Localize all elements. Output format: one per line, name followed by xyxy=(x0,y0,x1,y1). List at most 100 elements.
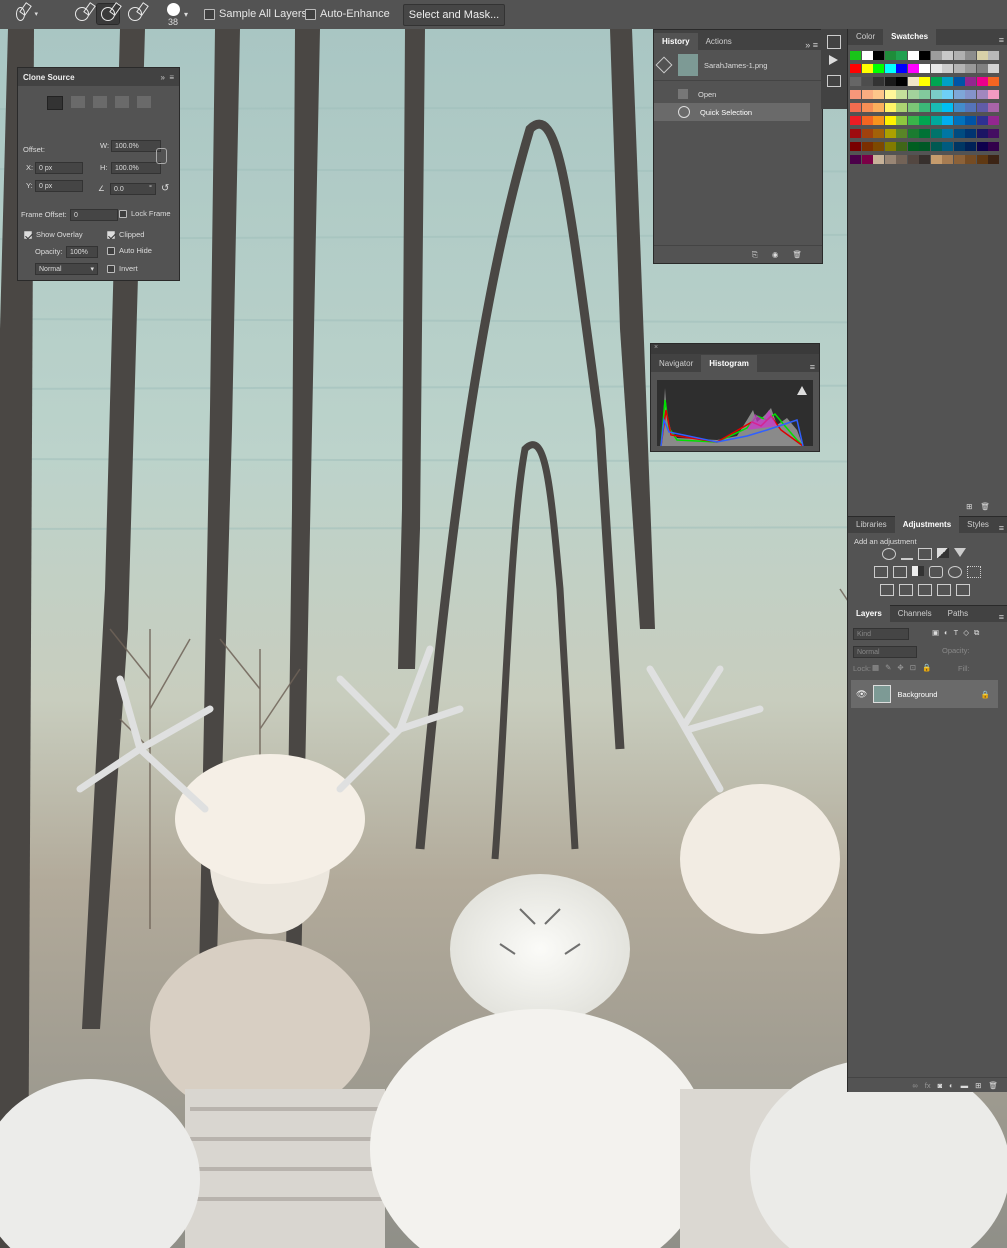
swatch[interactable] xyxy=(942,77,953,86)
exposure-icon[interactable] xyxy=(937,548,949,558)
swatch[interactable] xyxy=(907,103,919,112)
swatch[interactable] xyxy=(873,129,884,138)
shape-filter-icon[interactable]: ◇ xyxy=(963,628,969,638)
new-layer-icon[interactable]: ⊞ xyxy=(975,1081,981,1090)
history-snapshot[interactable]: SarahJames-1.png xyxy=(654,50,822,81)
vibrance-icon[interactable] xyxy=(954,548,966,557)
swatch[interactable] xyxy=(976,129,988,138)
pixel-filter-icon[interactable]: ▣ xyxy=(932,628,939,638)
sample-all-layers-checkbox[interactable]: Sample All Layers xyxy=(204,4,307,24)
swatch[interactable] xyxy=(988,64,999,73)
swatch[interactable] xyxy=(953,116,965,125)
swatch[interactable] xyxy=(884,103,896,112)
swatch[interactable] xyxy=(884,116,896,125)
swatch[interactable] xyxy=(850,142,861,151)
sample-all-layers-box[interactable] xyxy=(204,8,215,20)
panel-menu-icon[interactable]: » ≡ xyxy=(160,73,174,82)
tab-paths[interactable]: Paths xyxy=(940,605,976,622)
swatch[interactable] xyxy=(942,129,953,138)
swatch[interactable] xyxy=(976,64,988,73)
tab-styles[interactable]: Styles xyxy=(959,516,997,533)
swatch[interactable] xyxy=(942,90,953,99)
swatch[interactable] xyxy=(965,116,976,125)
swatch[interactable] xyxy=(861,103,873,112)
new-group-icon[interactable]: ▬ xyxy=(961,1081,969,1090)
clone-source-1-icon[interactable] xyxy=(46,96,63,110)
show-overlay-checkbox[interactable]: Show Overlay xyxy=(24,230,83,239)
y-offset-field[interactable]: 0 px xyxy=(35,180,83,192)
swatch[interactable] xyxy=(953,51,965,60)
swatch[interactable] xyxy=(953,90,965,99)
swatch[interactable] xyxy=(896,116,907,125)
lock-image-icon[interactable]: ✎ xyxy=(885,663,891,672)
swatch[interactable] xyxy=(976,155,988,164)
swatch[interactable] xyxy=(919,103,930,112)
swatch[interactable] xyxy=(953,155,965,164)
new-selection-button[interactable] xyxy=(71,4,93,24)
swatch[interactable] xyxy=(965,77,976,86)
swatch[interactable] xyxy=(965,103,976,112)
swatch[interactable] xyxy=(930,142,942,151)
swatch[interactable] xyxy=(850,51,861,60)
swatch[interactable] xyxy=(861,90,873,99)
swatch[interactable] xyxy=(942,116,953,125)
auto-hide-box[interactable] xyxy=(107,246,115,255)
brightness-contrast-icon[interactable] xyxy=(882,548,896,560)
select-and-mask-button[interactable]: Select and Mask... xyxy=(403,4,505,26)
reset-transform-icon[interactable]: ↺ xyxy=(161,183,169,194)
swatch[interactable] xyxy=(884,155,896,164)
swatch[interactable] xyxy=(953,103,965,112)
swatch[interactable] xyxy=(942,51,953,60)
layer-filter-kind-select[interactable]: Kind xyxy=(853,628,909,640)
tab-adjustments[interactable]: Adjustments xyxy=(894,516,960,533)
panel-menu-icon[interactable]: ≡ xyxy=(999,35,1007,45)
add-to-selection-button[interactable] xyxy=(96,3,120,25)
tab-libraries[interactable]: Libraries xyxy=(848,516,895,533)
swatch[interactable] xyxy=(850,90,861,99)
play-actions-icon[interactable] xyxy=(829,55,838,65)
gradient-map-icon[interactable] xyxy=(956,584,970,596)
swatch[interactable] xyxy=(873,155,884,164)
swatch[interactable] xyxy=(942,155,953,164)
tab-navigator[interactable]: Navigator xyxy=(651,355,701,372)
swatch[interactable] xyxy=(930,51,942,60)
photo-filter-icon[interactable] xyxy=(929,566,943,578)
tab-channels[interactable]: Channels xyxy=(890,605,940,622)
clone-source-5-icon[interactable] xyxy=(136,96,151,108)
tab-layers[interactable]: Layers xyxy=(848,605,890,622)
auto-enhance-checkbox[interactable]: Auto-Enhance xyxy=(305,4,390,24)
tab-swatches[interactable]: Swatches xyxy=(883,28,937,45)
swatch[interactable] xyxy=(919,129,930,138)
swatch[interactable] xyxy=(861,116,873,125)
black-white-icon[interactable] xyxy=(912,566,924,576)
swatch[interactable] xyxy=(907,116,919,125)
swatch[interactable] xyxy=(930,90,942,99)
swatch[interactable] xyxy=(988,155,999,164)
swatch[interactable] xyxy=(907,51,919,60)
swatch[interactable] xyxy=(873,116,884,125)
lock-frame-checkbox[interactable]: Lock Frame xyxy=(119,209,171,218)
width-scale-field[interactable]: 100.0% xyxy=(111,140,161,152)
history-panel-icon[interactable] xyxy=(827,35,841,49)
swatch[interactable] xyxy=(896,129,907,138)
clone-source-4-icon[interactable] xyxy=(114,96,129,108)
swatch[interactable] xyxy=(850,116,861,125)
swatch[interactable] xyxy=(873,142,884,151)
panel-menu-icon[interactable]: ≡ xyxy=(999,612,1007,622)
tab-color[interactable]: Color xyxy=(848,28,883,45)
swatch[interactable] xyxy=(896,90,907,99)
swatch[interactable] xyxy=(976,142,988,151)
swatch[interactable] xyxy=(896,51,907,60)
swatch[interactable] xyxy=(919,116,930,125)
swatch[interactable] xyxy=(988,51,999,60)
swatch[interactable] xyxy=(965,64,976,73)
brush-size-picker[interactable]: 38 xyxy=(160,1,186,28)
channel-mixer-icon[interactable] xyxy=(948,566,962,578)
tool-preset-picker[interactable]: ▾ xyxy=(16,4,38,24)
swatch[interactable] xyxy=(988,103,999,112)
swatch[interactable] xyxy=(988,90,999,99)
smart-object-filter-icon[interactable]: ⧉ xyxy=(974,628,979,638)
swatch[interactable] xyxy=(919,155,930,164)
clipped-checkbox[interactable]: Clipped xyxy=(107,230,144,239)
layer-row-background[interactable]: 👁 Background 🔒 xyxy=(851,680,998,708)
